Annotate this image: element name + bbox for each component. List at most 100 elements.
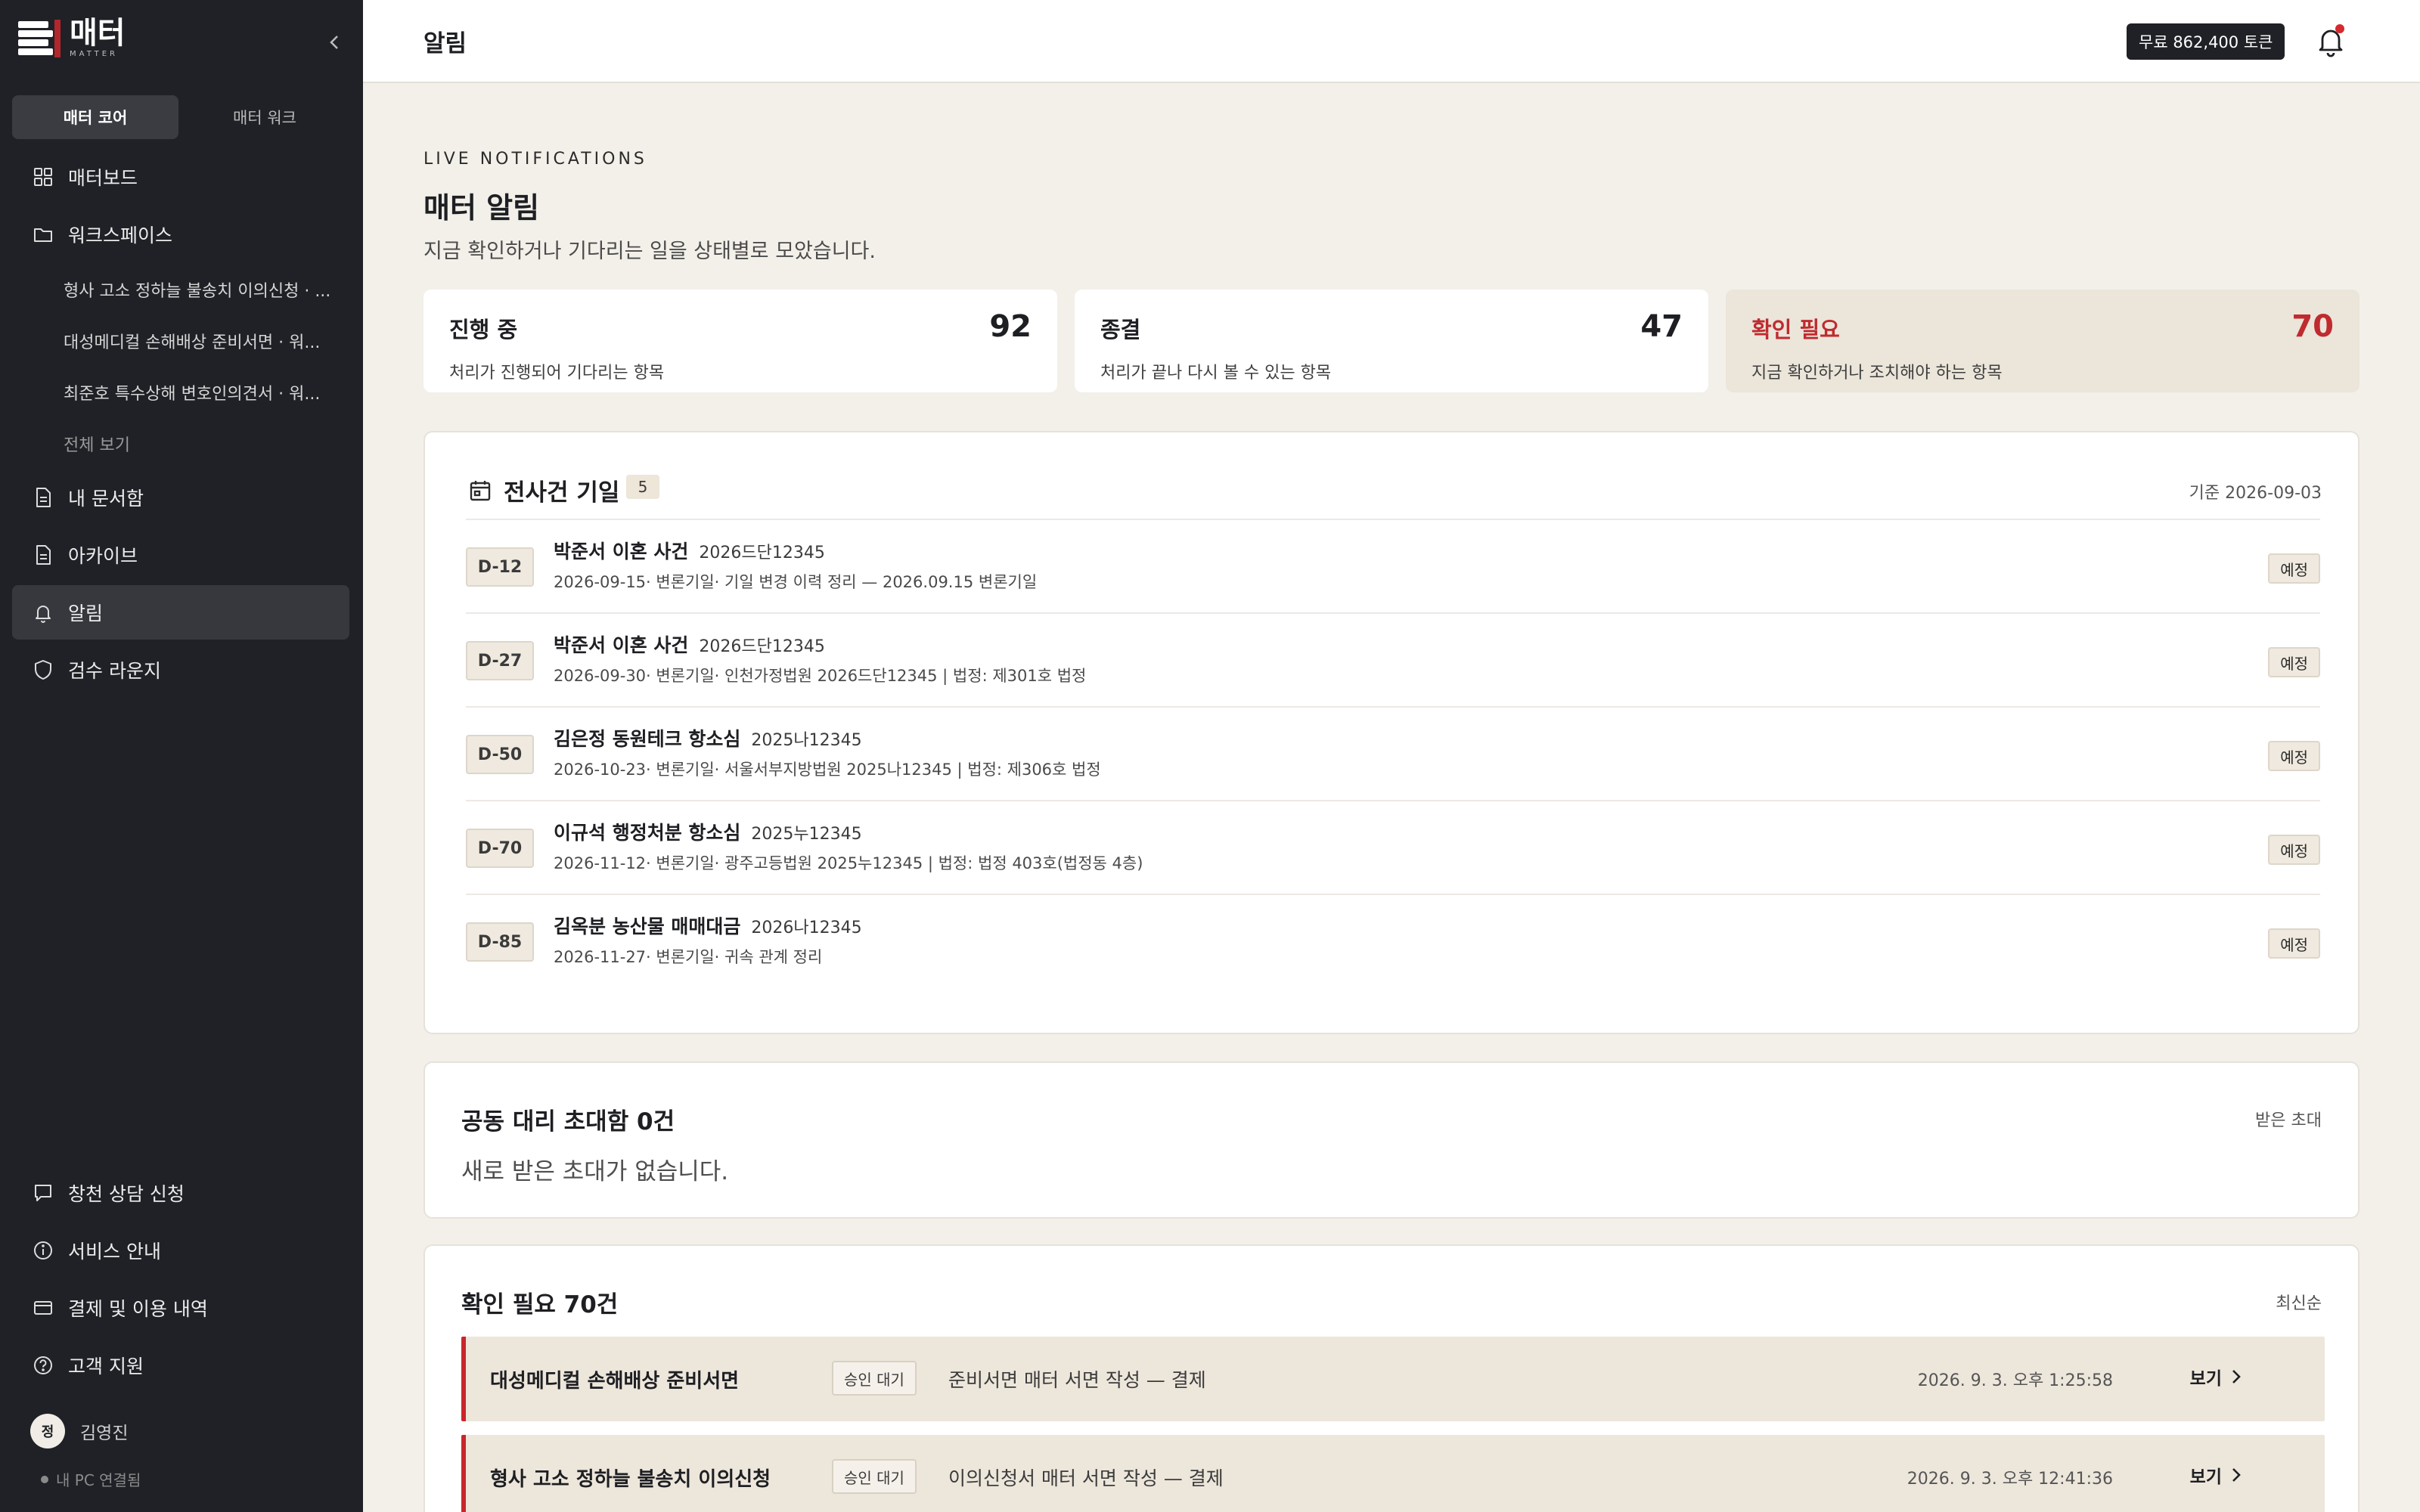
app-logo[interactable]: 매터 MATTER [18,18,126,58]
stat-value: 70 [2291,309,2334,344]
deadline-case-name: 김옥분 농산물 매매대금 [554,916,741,937]
deadline-case-name: 박준서 이혼 사건 [554,634,689,656]
deadline-detail: 2026-11-12· 변론기일· 광주고등법원 2025누12345 | 법정… [554,854,1143,872]
workspace-item[interactable]: 대성메디컬 손해배상 준비서면 · 워... [64,322,336,360]
deadline-case-number: 2026나12345 [751,919,862,937]
status-badge: 예정 [2268,647,2320,677]
needs-check-row[interactable]: 대성메디컬 손해배상 준비서면 승인 대기 준비서면 매터 서면 작성 — 결제… [461,1337,2325,1421]
deadline-row[interactable]: D-50 김은정 동원테크 항소심 2025나12345 2026-10-23· … [466,706,2320,800]
sidebar-item-matterboard[interactable]: 매터보드 [12,150,349,204]
deadline-case-name: 박준서 이혼 사건 [554,541,689,562]
stat-description: 처리가 끝나 다시 볼 수 있는 항목 [1100,364,1332,383]
needs-check-title: 확인 필요 70건 [461,1291,619,1318]
stat-card-needs-check[interactable]: 확인 필요 70 지금 확인하거나 조치해야 하는 항목 [1726,290,2360,392]
sidebar-item-label: 내 문서함 [68,488,144,510]
chat-icon [35,1185,51,1201]
deadline-row[interactable]: D-85 김옥분 농산물 매매대금 2026나12345 2026-11-27· … [466,894,2320,987]
sidebar-item-service-guide[interactable]: 서비스 안내 [12,1223,349,1278]
stat-card-closed[interactable]: 종결 47 처리가 끝나 다시 볼 수 있는 항목 [1075,290,1708,392]
product-segment-control: 매터 코어 매터 워크 [12,95,348,139]
deadline-case-number: 2025나12345 [751,731,862,750]
view-button[interactable]: 보기 [2190,1364,2243,1390]
user-name: 김영진 [80,1424,129,1443]
calendar-icon [470,481,491,501]
sidebar-item-workspace[interactable]: 워크스페이스 [12,207,349,262]
main-heading: 매터 알림 [424,191,540,225]
invites-title: 공동 대리 초대함 0건 [461,1108,675,1136]
sidebar-item-billing[interactable]: 결제 및 이용 내역 [12,1281,349,1335]
workspace-view-all[interactable]: 전체 보기 [64,425,336,463]
workspace-item[interactable]: 최준호 특수상해 변호인의견서 · 워... [64,373,336,411]
sidebar-item-label: 결제 및 이용 내역 [68,1298,208,1320]
dday-badge: D-85 [466,922,534,962]
status-badge: 승인 대기 [832,1361,917,1396]
chevron-right-icon [2232,1370,2241,1383]
sidebar-item-consultation[interactable]: 창천 상담 신청 [12,1166,349,1220]
deadlines-title: 전사건 기일 [504,479,620,507]
sidebar-item-label: 서비스 안내 [68,1241,161,1263]
task-timestamp: 2026. 9. 3. 오후 12:41:36 [1907,1470,2113,1489]
dday-badge: D-27 [466,641,534,680]
deadline-row[interactable]: D-27 박준서 이혼 사건 2026드단12345 2026-09-30· 변론… [466,612,2320,706]
deadlines-count-badge: 5 [626,475,659,499]
sidebar-item-review-lounge[interactable]: 검수 라운지 [12,643,349,697]
sidebar-item-label: 워크스페이스 [68,225,173,246]
dday-badge: D-50 [466,735,534,774]
deadlines-base-date: 기준 2026-09-03 [2189,484,2322,503]
logo-subtext: MATTER [70,50,118,58]
needs-check-card: 확인 필요 70건 최신순 대성메디컬 손해배상 준비서면 승인 대기 준비서면… [424,1244,2360,1512]
workspace-item[interactable]: 형사 고소 정하늘 불송치 이의신청 · ... [64,271,336,308]
segment-matter-work[interactable]: 매터 워크 [182,95,348,139]
deadline-case-name: 김은정 동원테크 항소심 [554,728,741,750]
segment-matter-core[interactable]: 매터 코어 [12,95,178,139]
needs-check-row[interactable]: 형사 고소 정하늘 불송치 이의신청 승인 대기 이의신청서 매터 서면 작성 … [461,1435,2325,1512]
sidebar: 매터 MATTER 매터 코어 매터 워크 매터보드 워크스페이스 형사 고소 … [0,0,363,1512]
task-title: 대성메디컬 손해배상 준비서면 [490,1370,740,1393]
status-badge: 예정 [2268,835,2320,865]
stat-description: 지금 확인하거나 조치해야 하는 항목 [1751,364,2003,383]
stat-description: 처리가 진행되어 기다리는 항목 [449,364,665,383]
received-invites-link[interactable]: 받은 초대 [2255,1107,2322,1131]
card-icon [34,1301,52,1315]
deadline-case-name: 이규석 행정처분 항소심 [554,822,741,844]
task-title: 형사 고소 정하늘 불송치 이의신청 [490,1468,771,1491]
deadline-row[interactable]: D-12 박준서 이혼 사건 2026드단12345 2026-09-15· 변론… [466,519,2320,612]
notification-bell-icon[interactable] [2314,23,2347,59]
stat-label: 확인 필요 [1751,317,1840,342]
collapse-sidebar-chevron-icon[interactable] [327,32,342,53]
stat-value: 47 [1640,309,1683,344]
sidebar-item-notifications[interactable]: 알림 [12,585,349,640]
archive-icon [36,545,51,565]
deadline-row[interactable]: D-70 이규석 행정처분 항소심 2025누12345 2026-11-12· … [466,800,2320,894]
stat-value: 92 [989,309,1032,344]
sidebar-item-label: 검수 라운지 [68,660,161,682]
main-subtitle: 지금 확인하거나 기다리는 일을 상태별로 모았습니다. [424,240,876,263]
sidebar-item-my-documents[interactable]: 내 문서함 [12,470,349,525]
document-icon [36,488,51,507]
pc-connection-label: 내 PC 연결됨 [56,1471,141,1489]
deadline-case-number: 2025누12345 [751,825,862,844]
stat-card-in-progress[interactable]: 진행 중 92 처리가 진행되어 기다리는 항목 [424,290,1057,392]
avatar: 정 [30,1414,65,1448]
user-profile[interactable]: 정 김영진 [30,1414,128,1448]
dday-badge: D-12 [466,547,534,587]
stat-label: 종결 [1100,317,1141,342]
status-badge: 승인 대기 [832,1459,917,1494]
chevron-right-icon [2232,1468,2241,1482]
co-counsel-invites-card: 공동 대리 초대함 0건 받은 초대 새로 받은 초대가 없습니다. [424,1061,2360,1219]
sidebar-item-archive[interactable]: 아카이브 [12,528,349,582]
top-bar: 알림 무료 862,400 토큰 [363,0,2420,83]
token-balance-badge[interactable]: 무료 862,400 토큰 [2127,23,2285,60]
view-button[interactable]: 보기 [2190,1462,2243,1488]
status-badge: 예정 [2268,553,2320,584]
bell-icon [36,606,51,623]
folder-icon [34,228,52,242]
sort-selector[interactable]: 최신순 [2276,1290,2322,1314]
deadline-case-number: 2026드단12345 [699,637,825,656]
status-badge: 예정 [2268,928,2320,959]
sidebar-item-support[interactable]: 고객 지원 [12,1338,349,1393]
grid-icon [34,168,52,186]
view-button-label: 보기 [2189,1369,2222,1389]
sidebar-item-label: 고객 지원 [68,1356,144,1377]
deadline-detail: 2026-09-30· 변론기일· 인천가정법원 2026드단12345 | 법… [554,667,1087,685]
